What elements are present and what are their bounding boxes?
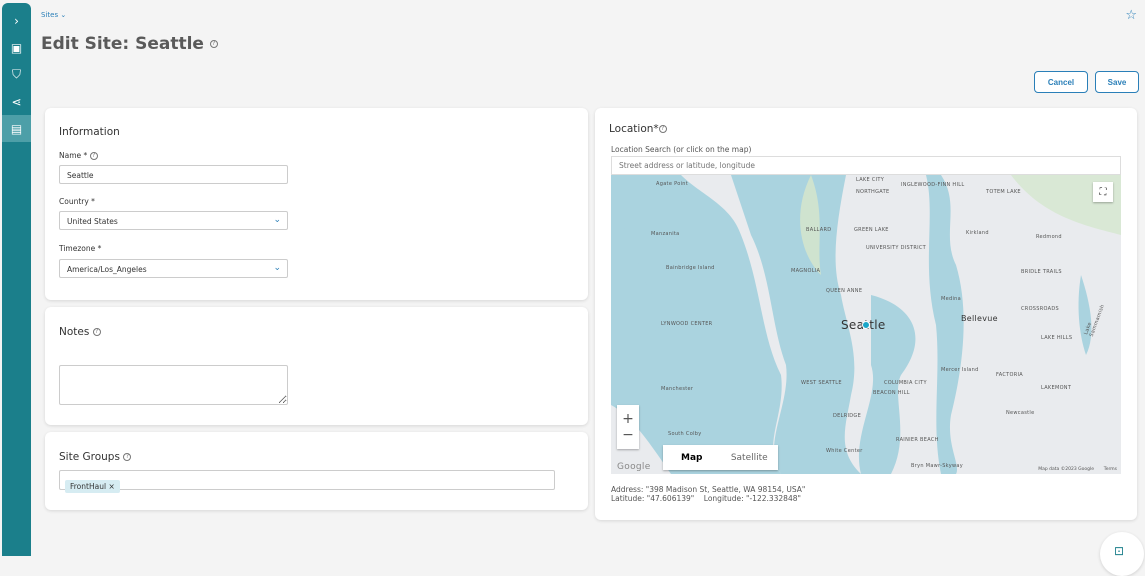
help-icon[interactable]: ?: [89, 152, 98, 160]
map-terms-link[interactable]: Terms: [1104, 467, 1117, 472]
map-label: RAINIER BEACH: [896, 437, 939, 443]
fullscreen-icon[interactable]: ⛶: [1093, 182, 1113, 202]
chevron-down-icon: ⌄: [273, 263, 281, 273]
map-label: CROSSROADS: [1021, 306, 1060, 312]
map-label: NORTHGATE: [856, 189, 890, 195]
country-select[interactable]: United States ⌄: [59, 211, 288, 230]
latitude-text: Latitude: "47.606139": [611, 494, 695, 503]
map-label: DELRIDGE: [833, 413, 862, 419]
map-label: INGLEWOOD-FINN HILL: [901, 182, 965, 188]
notes-textarea[interactable]: [59, 365, 288, 405]
map-label: Mercer Island: [941, 367, 979, 373]
map-type-control: Map Satellite: [663, 445, 778, 470]
breadcrumb[interactable]: Sites ⌄: [41, 11, 66, 19]
map[interactable]: Agate Point LAKE CITY INGLEWOOD-FINN HILL T…: [611, 175, 1121, 474]
chevron-down-icon: ⌄: [273, 215, 281, 225]
map-label: Bellevue: [961, 314, 998, 323]
expand-chevron-icon[interactable]: ›: [2, 7, 31, 34]
map-label: Bainbridge Island: [666, 265, 715, 271]
chat-widget-icon[interactable]: ⊡: [1100, 532, 1144, 576]
map-label: South Colby: [668, 431, 702, 437]
help-icon[interactable]: ?: [123, 453, 132, 461]
timezone-value: America/Los_Angeles: [67, 265, 147, 274]
map-label: MAGNOLIA: [791, 268, 821, 274]
country-value: United States: [67, 217, 118, 226]
map-type-satellite[interactable]: Satellite: [721, 453, 779, 463]
map-label: Kirkland: [966, 230, 989, 236]
map-label: BRIDLE TRAILS: [1021, 269, 1062, 275]
network-icon[interactable]: ⋖: [2, 88, 31, 115]
map-label: TOTEM LAKE: [986, 189, 1021, 195]
shield-icon[interactable]: ⛉: [2, 61, 31, 88]
map-label: Redmond: [1036, 234, 1062, 240]
zoom-controls: + −: [617, 405, 639, 449]
zoom-out-button[interactable]: −: [622, 427, 634, 443]
help-icon[interactable]: ?: [92, 328, 101, 336]
save-button[interactable]: Save: [1095, 71, 1139, 93]
country-label: Country *: [59, 197, 95, 206]
coordinates: Latitude: "47.606139" Longitude: "-122.3…: [611, 494, 801, 503]
sidebar: › ▣ ⛉ ⋖ ▤: [2, 3, 31, 556]
notes-card: Notes ?: [45, 307, 588, 425]
star-icon[interactable]: ☆: [1125, 8, 1137, 23]
map-label: COLUMBIA CITY: [884, 380, 927, 386]
map-label: QUEEN ANNE: [826, 288, 863, 294]
map-label: LYNWOOD CENTER: [661, 321, 713, 327]
map-label: BEACON HILL: [873, 390, 910, 396]
map-label: FACTORIA: [996, 372, 1023, 378]
notes-heading: Notes ?: [59, 326, 101, 338]
help-icon[interactable]: ?: [209, 40, 218, 48]
map-label: WEST SEATTLE: [801, 380, 842, 386]
map-label: Agate Point: [656, 181, 688, 187]
location-search-input[interactable]: [611, 156, 1121, 175]
site-group-tag: FrontHaul ×: [65, 480, 120, 493]
map-label: Bryn Mawr-Skyway: [911, 463, 963, 469]
page-title-text: Edit Site: Seattle: [41, 34, 204, 54]
monitor-icon[interactable]: ▣: [2, 34, 31, 61]
map-label: Manzanita: [651, 231, 680, 237]
site-groups-input[interactable]: FrontHaul ×: [59, 470, 555, 493]
longitude-text: Longitude: "-122.332848": [703, 494, 801, 503]
help-icon[interactable]: ?: [658, 125, 667, 133]
map-label: UNIVERSITY DISTRICT: [866, 245, 927, 251]
map-label: White Center: [826, 448, 863, 454]
document-icon[interactable]: ▤: [2, 115, 31, 142]
location-card: Location*? Location Search (or click on …: [595, 108, 1137, 520]
google-logo: Google: [617, 462, 651, 472]
map-label: LAKE CITY: [856, 177, 885, 183]
page-title: Edit Site: Seattle ?: [41, 34, 218, 54]
name-field[interactable]: Seattle: [59, 165, 288, 184]
timezone-select[interactable]: America/Los_Angeles ⌄: [59, 259, 288, 278]
remove-tag-icon[interactable]: ×: [108, 482, 114, 491]
site-groups-heading: Site Groups ?: [59, 451, 132, 463]
map-label: Manchester: [661, 386, 694, 392]
map-label: LAKE HILLS: [1041, 335, 1073, 341]
location-heading: Location*?: [609, 123, 667, 135]
breadcrumb-sites[interactable]: Sites: [41, 11, 58, 19]
map-label: LAKEMONT: [1041, 385, 1072, 391]
cancel-button[interactable]: Cancel: [1034, 71, 1088, 93]
map-label: Medina: [941, 296, 961, 302]
map-type-map[interactable]: Map: [663, 453, 721, 463]
map-attribution: Map data ©2023 Google: [1038, 467, 1094, 472]
information-card: Information Name * ? Seattle Country * U…: [45, 108, 588, 300]
zoom-in-button[interactable]: +: [622, 411, 634, 427]
address-text: Address: "398 Madison St, Seattle, WA 98…: [611, 485, 806, 494]
timezone-label: Timezone *: [59, 244, 102, 253]
location-marker-icon[interactable]: [862, 321, 870, 329]
map-label: GREEN LAKE: [854, 227, 889, 233]
site-groups-card: Site Groups ? FrontHaul ×: [45, 432, 588, 510]
information-heading: Information: [59, 126, 120, 138]
name-label: Name * ?: [59, 151, 98, 160]
map-label: Newcastle: [1006, 410, 1035, 416]
map-label: BALLARD: [806, 227, 832, 233]
location-search-label: Location Search (or click on the map): [611, 145, 752, 154]
